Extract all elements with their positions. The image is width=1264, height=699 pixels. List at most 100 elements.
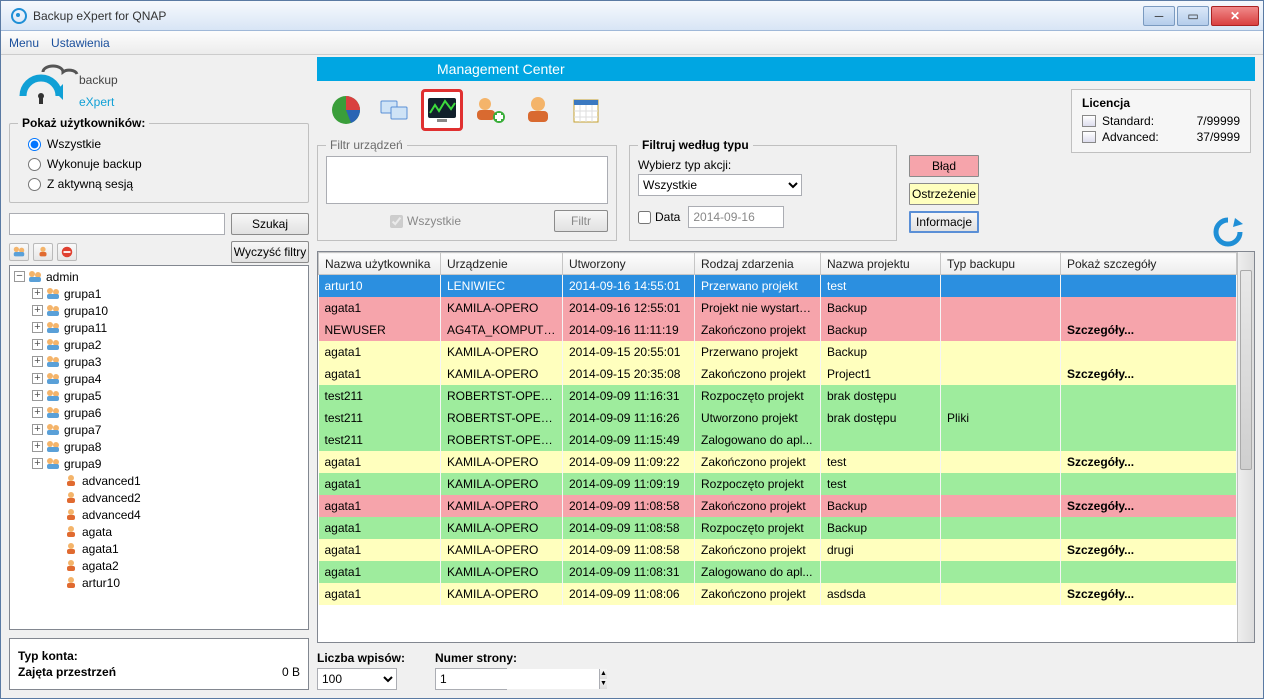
license-row: Advanced:37/9999: [1082, 130, 1240, 144]
tag-info-button[interactable]: Informacje: [909, 211, 979, 233]
table-row[interactable]: agata1KAMILA-OPERO2014-09-15 20:55:01Prz…: [319, 341, 1237, 363]
date-picker[interactable]: [688, 206, 784, 228]
tree-group[interactable]: +grupa5: [12, 387, 308, 404]
users-pair-icon[interactable]: [9, 243, 29, 261]
refresh-button[interactable]: [1211, 215, 1245, 249]
tree-group[interactable]: +grupa2: [12, 336, 308, 353]
date-chk[interactable]: Data: [638, 210, 680, 224]
table-row[interactable]: agata1KAMILA-OPERO2014-09-09 11:08:58Zak…: [319, 539, 1237, 561]
table-row[interactable]: artur10LENIWIEC2014-09-16 14:55:01Przerw…: [319, 275, 1237, 297]
pie-chart-icon[interactable]: [325, 89, 367, 131]
table-row[interactable]: test211ROBERTST-OPERO2014-09-09 11:16:31…: [319, 385, 1237, 407]
table-row[interactable]: agata1KAMILA-OPERO2014-09-15 20:35:08Zak…: [319, 363, 1237, 385]
column-header[interactable]: Nazwa projektu: [821, 253, 941, 275]
menu-item[interactable]: Menu: [9, 36, 39, 50]
search-button[interactable]: Szukaj: [231, 213, 309, 235]
tag-warn-button[interactable]: Ostrzeżenie: [909, 183, 979, 205]
table-row[interactable]: agata1KAMILA-OPERO2014-09-09 11:08:58Zak…: [319, 495, 1237, 517]
tree-user[interactable]: advanced1: [12, 472, 308, 489]
table-row[interactable]: test211ROBERTST-OPERO2014-09-09 11:15:49…: [319, 429, 1237, 451]
search-input[interactable]: [9, 213, 225, 235]
radio-session[interactable]: Z aktywną sesją: [28, 177, 169, 191]
tree-group[interactable]: +grupa9: [12, 455, 308, 472]
user-single-icon[interactable]: [33, 243, 53, 261]
cell: test211: [319, 429, 441, 451]
cell: Backup: [821, 517, 941, 539]
cell: [941, 583, 1061, 605]
column-header[interactable]: Pokaż szczegóły: [1061, 253, 1237, 275]
column-header[interactable]: Nazwa użytkownika: [319, 253, 441, 275]
tree-group[interactable]: +grupa8: [12, 438, 308, 455]
table-row[interactable]: agata1KAMILA-OPERO2014-09-09 11:08:31Zal…: [319, 561, 1237, 583]
table-row[interactable]: NEWUSERAG4TA_KOMPUTER2014-09-16 11:11:19…: [319, 319, 1237, 341]
add-user-icon[interactable]: [469, 89, 511, 131]
device-filter-all-chk[interactable]: Wszystkie: [334, 214, 461, 228]
table-row[interactable]: agata1KAMILA-OPERO2014-09-09 11:09:19Roz…: [319, 473, 1237, 495]
user-tree[interactable]: −admin+grupa1+grupa10+grupa11+grupa2+gru…: [9, 265, 309, 630]
clear-filters-button[interactable]: Wyczyść filtry: [231, 241, 309, 263]
tree-user[interactable]: advanced4: [12, 506, 308, 523]
column-header[interactable]: Rodzaj zdarzenia: [695, 253, 821, 275]
count-select[interactable]: 100: [317, 668, 397, 690]
cell: [1061, 297, 1237, 319]
cell: [941, 429, 1061, 451]
cell: Przerwano projekt: [695, 275, 821, 297]
tree-group[interactable]: +grupa10: [12, 302, 308, 319]
close-button[interactable]: ✕: [1211, 6, 1259, 26]
radio-backup[interactable]: Wykonuje backup: [28, 157, 169, 171]
tree-group[interactable]: +grupa6: [12, 404, 308, 421]
radio-all[interactable]: Wszystkie: [28, 137, 169, 151]
window-title: Backup eXpert for QNAP: [33, 9, 1141, 23]
tree-group[interactable]: +grupa7: [12, 421, 308, 438]
cell: [941, 297, 1061, 319]
show-users-title: Pokaż użytkowników:: [18, 116, 149, 130]
tree-root[interactable]: −admin: [12, 268, 308, 285]
menu-item[interactable]: Ustawienia: [51, 36, 110, 50]
cell: [941, 385, 1061, 407]
remove-icon[interactable]: [57, 243, 77, 261]
scrollbar[interactable]: [1237, 252, 1254, 642]
calendar-icon[interactable]: [565, 89, 607, 131]
spin-down-icon[interactable]: ▼: [600, 679, 607, 689]
spin-up-icon[interactable]: ▲: [600, 669, 607, 679]
cell: brak dostępu: [821, 407, 941, 429]
tag-error-button[interactable]: Błąd: [909, 155, 979, 177]
tree-user[interactable]: artur10: [12, 574, 308, 591]
table-row[interactable]: agata1KAMILA-OPERO2014-09-09 11:08:58Roz…: [319, 517, 1237, 539]
tree-user[interactable]: agata2: [12, 557, 308, 574]
details-link[interactable]: Szczegóły...: [1061, 451, 1237, 473]
column-header[interactable]: Typ backupu: [941, 253, 1061, 275]
cell: 2014-09-09 11:16:31: [563, 385, 695, 407]
table-row[interactable]: test211ROBERTST-OPERO2014-09-09 11:16:26…: [319, 407, 1237, 429]
table-row[interactable]: agata1KAMILA-OPERO2014-09-09 11:09:22Zak…: [319, 451, 1237, 473]
table-row[interactable]: agata1KAMILA-OPERO2014-09-09 11:08:06Zak…: [319, 583, 1237, 605]
tree-group[interactable]: +grupa3: [12, 353, 308, 370]
maximize-button[interactable]: ▭: [1177, 6, 1209, 26]
cell: Backup: [821, 319, 941, 341]
details-link[interactable]: Szczegóły...: [1061, 539, 1237, 561]
details-link[interactable]: Szczegóły...: [1061, 319, 1237, 341]
details-link[interactable]: Szczegóły...: [1061, 363, 1237, 385]
computers-icon[interactable]: [373, 89, 415, 131]
column-header[interactable]: Utworzony: [563, 253, 695, 275]
tree-user[interactable]: agata: [12, 523, 308, 540]
tree-user[interactable]: advanced2: [12, 489, 308, 506]
column-header[interactable]: Urządzenie: [441, 253, 563, 275]
tree-group[interactable]: +grupa11: [12, 319, 308, 336]
cell: 2014-09-09 11:08:58: [563, 517, 695, 539]
tree-user[interactable]: agata1: [12, 540, 308, 557]
tree-group[interactable]: +grupa1: [12, 285, 308, 302]
tree-group[interactable]: +grupa4: [12, 370, 308, 387]
details-link[interactable]: Szczegóły...: [1061, 583, 1237, 605]
details-link[interactable]: Szczegóły...: [1061, 495, 1237, 517]
action-select[interactable]: Wszystkie: [638, 174, 802, 196]
monitor-chart-icon[interactable]: [421, 89, 463, 131]
user-icon[interactable]: [517, 89, 559, 131]
events-table[interactable]: Nazwa użytkownikaUrządzenieUtworzonyRodz…: [318, 252, 1237, 642]
table-row[interactable]: agata1KAMILA-OPERO2014-09-16 12:55:01Pro…: [319, 297, 1237, 319]
page-spinner[interactable]: ▲▼: [435, 668, 507, 690]
cell: Backup: [821, 297, 941, 319]
minimize-button[interactable]: ─: [1143, 6, 1175, 26]
device-filter-text[interactable]: [326, 156, 608, 204]
device-filter-button[interactable]: Filtr: [554, 210, 608, 232]
